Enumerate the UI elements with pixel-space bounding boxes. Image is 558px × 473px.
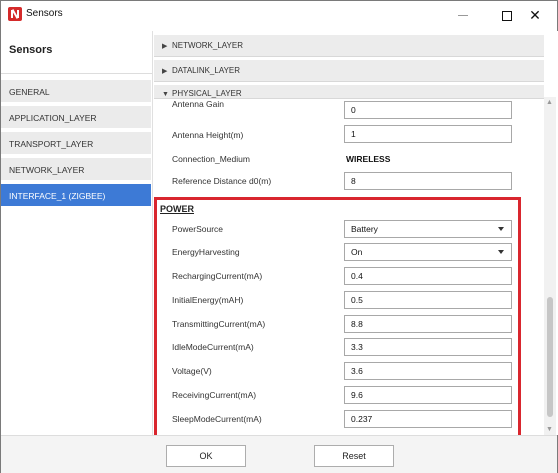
energy-harvesting-select[interactable]: On xyxy=(344,243,512,261)
minimize-button[interactable] xyxy=(441,1,485,31)
idle-mode-current-field[interactable]: 3.3 xyxy=(344,338,512,356)
sidebar-item-general[interactable]: GENERAL xyxy=(1,80,151,104)
receiving-current-label: ReceivingCurrent(mA) xyxy=(172,390,257,400)
dialog-footer: OK Reset xyxy=(1,435,557,473)
sidebar: Sensors GENERAL APPLICATION_LAYER TRANSP… xyxy=(1,31,153,435)
title-bar: Sensors ✕ xyxy=(1,1,557,31)
sidebar-item-transport-layer[interactable]: TRANSPORT_LAYER xyxy=(1,132,151,156)
receiving-current-field[interactable]: 9.6 xyxy=(344,386,512,404)
sensors-dialog: Sensors ✕ Sensors GENERAL APPLICATION_LA… xyxy=(0,0,558,473)
sidebar-divider xyxy=(1,73,152,74)
window-title: Sensors xyxy=(26,8,63,19)
recharging-current-field[interactable]: 0.4 xyxy=(344,267,512,285)
scroll-thumb[interactable] xyxy=(547,297,553,417)
sidebar-item-application-layer[interactable]: APPLICATION_LAYER xyxy=(1,106,151,130)
connection-medium-label: Connection_Medium xyxy=(172,154,250,164)
idle-mode-current-label: IdleModeCurrent(mA) xyxy=(172,342,254,352)
sleep-mode-current-field[interactable]: 0.237 xyxy=(344,410,512,428)
reset-button[interactable]: Reset xyxy=(314,445,394,467)
initial-energy-field[interactable]: 0.5 xyxy=(344,291,512,309)
section-label: DATALINK_LAYER xyxy=(172,66,241,75)
connection-medium-value: WIRELESS xyxy=(346,154,391,164)
antenna-gain-label: Antenna Gain xyxy=(172,99,224,109)
section-label: PHYSICAL_LAYER xyxy=(172,89,242,98)
maximize-icon xyxy=(502,10,512,21)
vertical-scrollbar[interactable]: ▲ ▼ xyxy=(544,97,556,435)
scroll-down-icon[interactable]: ▼ xyxy=(546,426,553,433)
scroll-up-icon[interactable]: ▲ xyxy=(546,99,553,106)
initial-energy-label: InitialEnergy(mAH) xyxy=(172,295,244,305)
reference-distance-field[interactable]: 8 xyxy=(344,172,512,190)
antenna-gain-field[interactable]: 0 xyxy=(344,101,512,119)
sleep-mode-current-label: SleepModeCurrent(mA) xyxy=(172,414,262,424)
properties-panel: ▶ NETWORK_LAYER ▶ DATALINK_LAYER ▼ PHYSICAL… xyxy=(154,31,558,460)
voltage-field[interactable]: 3.6 xyxy=(344,362,512,380)
section-label: NETWORK_LAYER xyxy=(172,41,243,50)
power-source-label: PowerSource xyxy=(172,224,224,234)
section-network-layer[interactable]: ▶ NETWORK_LAYER xyxy=(154,35,544,57)
voltage-label: Voltage(V) xyxy=(172,366,212,376)
sidebar-title: Sensors xyxy=(9,44,53,56)
transmitting-current-field[interactable]: 8.8 xyxy=(344,315,512,333)
expand-arrow-icon: ▶ xyxy=(162,68,168,75)
energy-harvesting-label: EnergyHarvesting xyxy=(172,247,240,257)
transmitting-current-label: TransmittingCurrent(mA) xyxy=(172,319,266,329)
sidebar-item-interface-1[interactable]: INTERFACE_1 (ZIGBEE) xyxy=(1,184,151,208)
antenna-height-label: Antenna Height(m) xyxy=(172,130,244,140)
minimize-icon xyxy=(458,15,468,17)
ok-button[interactable]: OK xyxy=(166,445,246,467)
close-button[interactable]: ✕ xyxy=(513,1,557,31)
close-icon: ✕ xyxy=(529,7,541,23)
app-logo-icon xyxy=(8,7,22,21)
power-source-select[interactable]: Battery xyxy=(344,220,512,238)
section-physical-layer[interactable]: ▼ PHYSICAL_LAYER xyxy=(154,85,544,99)
antenna-height-field[interactable]: 1 xyxy=(344,125,512,143)
sidebar-item-network-layer[interactable]: NETWORK_LAYER xyxy=(1,158,151,182)
recharging-current-label: RechargingCurrent(mA) xyxy=(172,271,263,281)
section-datalink-layer[interactable]: ▶ DATALINK_LAYER xyxy=(154,60,544,82)
collapse-arrow-icon: ▼ xyxy=(162,91,169,98)
reference-distance-label: Reference Distance d0(m) xyxy=(172,176,272,186)
power-section-title: POWER xyxy=(160,204,195,214)
expand-arrow-icon: ▶ xyxy=(162,43,168,50)
